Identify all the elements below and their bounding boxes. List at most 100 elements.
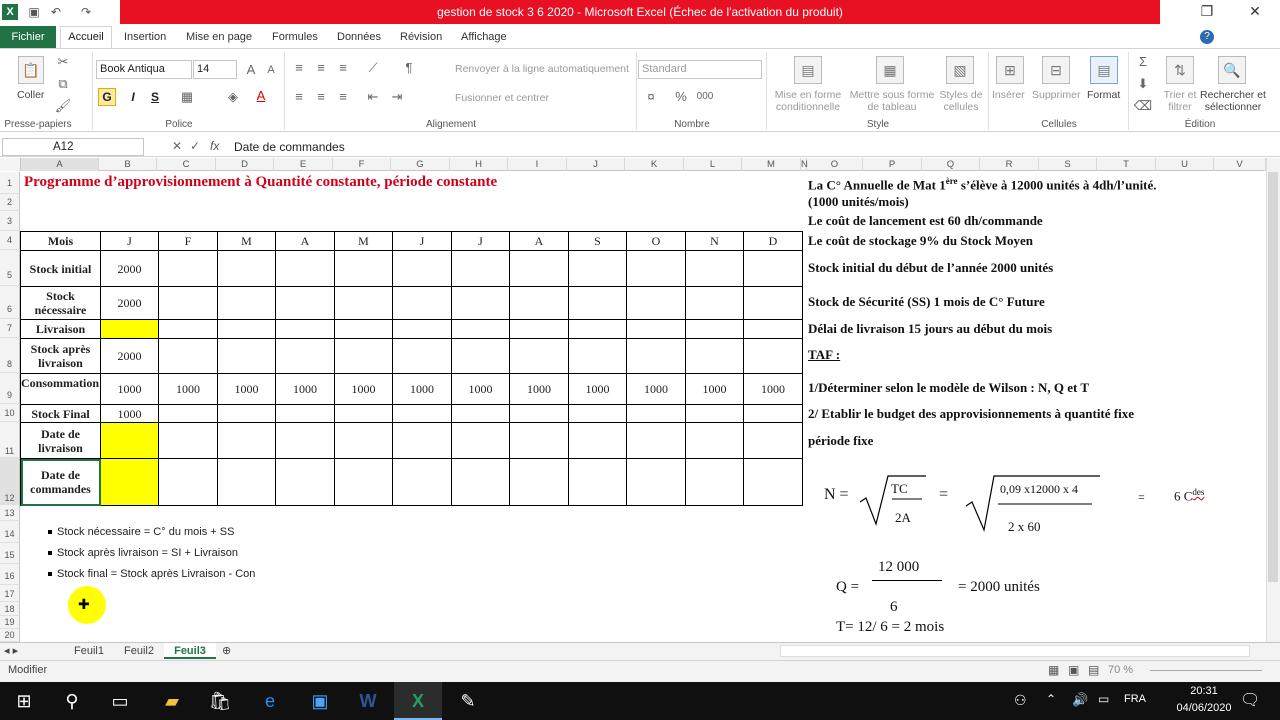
rtl-icon[interactable]: ¶ <box>398 58 420 78</box>
cell[interactable] <box>685 250 744 287</box>
cell[interactable] <box>158 404 218 423</box>
label-livraison[interactable]: Livraison <box>20 319 101 339</box>
row-header[interactable]: 17 <box>0 585 20 602</box>
cell[interactable] <box>568 458 627 506</box>
cell-styles-icon[interactable]: ▧ <box>946 56 974 84</box>
save-icon[interactable]: ▣ <box>26 4 42 20</box>
tab-affichage[interactable]: Affichage <box>455 27 513 47</box>
clock-time[interactable]: 20:31 <box>1174 685 1234 697</box>
tab-insertion[interactable]: Insertion <box>118 27 172 47</box>
header-month[interactable]: M <box>334 231 393 251</box>
grow-font-icon[interactable]: A <box>240 60 262 80</box>
table-format-button[interactable]: Mettre sous forme de tableau <box>846 89 938 113</box>
cell[interactable] <box>334 286 393 320</box>
cell[interactable] <box>626 250 686 287</box>
format-cells-button[interactable]: Format <box>1087 89 1120 101</box>
underline-button[interactable]: S <box>146 88 164 106</box>
cell[interactable] <box>334 250 393 287</box>
column-header[interactable]: U <box>1156 158 1214 171</box>
align-left-icon[interactable]: ≡ <box>288 87 310 107</box>
cell[interactable] <box>568 404 627 423</box>
column-header[interactable]: B <box>99 158 157 171</box>
cell[interactable] <box>217 422 276 459</box>
row-header[interactable]: 13 <box>0 505 20 521</box>
text-taf[interactable]: TAF : <box>808 347 840 363</box>
cell[interactable] <box>451 250 510 287</box>
view-pagebreak-icon[interactable]: ▤ <box>1088 663 1099 677</box>
cell[interactable] <box>451 458 510 506</box>
column-header[interactable]: F <box>333 158 391 171</box>
border-icon[interactable]: ▦ <box>176 87 198 107</box>
cell[interactable] <box>451 338 510 374</box>
text-periode-fixe[interactable]: période fixe <box>808 433 873 449</box>
currency-icon[interactable]: ¤ <box>640 87 662 107</box>
row-header[interactable]: 5 <box>0 250 20 286</box>
cell[interactable] <box>451 404 510 423</box>
cell-consommation[interactable]: 1000 <box>100 373 159 405</box>
label-date-livraison[interactable]: Date de livraison <box>20 422 101 459</box>
label-consommation[interactable]: Consommation <box>20 373 101 405</box>
format-painter-icon[interactable]: 🖌 <box>52 96 74 116</box>
cell[interactable] <box>509 404 569 423</box>
cell[interactable] <box>509 338 569 374</box>
tab-formules[interactable]: Formules <box>266 27 324 47</box>
header-month[interactable]: A <box>275 231 335 251</box>
select-all-corner[interactable] <box>0 158 21 171</box>
zoom-slider[interactable] <box>1150 670 1262 671</box>
cell[interactable] <box>217 319 276 339</box>
cell[interactable] <box>275 250 335 287</box>
volume-icon[interactable]: 🔊 <box>1072 692 1088 708</box>
store-icon[interactable]: 🛍 <box>196 682 244 720</box>
cell[interactable] <box>743 404 803 423</box>
scrollbar-thumb[interactable] <box>1268 172 1278 582</box>
header-month[interactable]: F <box>158 231 218 251</box>
cell[interactable] <box>743 458 803 506</box>
cell[interactable] <box>743 338 803 374</box>
thousands-icon[interactable]: 000 <box>694 87 716 107</box>
delete-cells-button[interactable]: Supprimer <box>1032 89 1080 101</box>
cell[interactable] <box>275 422 335 459</box>
row-header[interactable]: 20 <box>0 629 20 642</box>
cell[interactable] <box>685 319 744 339</box>
header-mois[interactable]: Mois <box>20 231 101 251</box>
tab-mise-en-page[interactable]: Mise en page <box>180 27 258 47</box>
tray-expand-icon[interactable]: ⌃ <box>1046 692 1056 706</box>
orientation-icon[interactable]: ⟋ <box>362 58 384 78</box>
row-header[interactable]: 7 <box>0 319 20 338</box>
align-right-icon[interactable]: ≡ <box>332 87 354 107</box>
row-header[interactable]: 18 <box>0 602 20 616</box>
align-middle-icon[interactable]: ≡ <box>310 58 332 78</box>
name-box[interactable]: A12 <box>2 138 144 156</box>
enter-icon[interactable]: ✓ <box>190 139 200 153</box>
label-stock-apres[interactable]: Stock après livraison <box>20 338 101 374</box>
align-top-icon[interactable]: ≡ <box>288 58 310 78</box>
cell[interactable] <box>158 458 218 506</box>
help-icon[interactable]: ? <box>1200 30 1214 44</box>
header-month[interactable]: J <box>451 231 510 251</box>
text-delai-livraison[interactable]: Délai de livraison 15 jours au début du … <box>808 321 1052 337</box>
conditional-format-button[interactable]: Mise en forme conditionnelle <box>770 89 846 113</box>
bold-button[interactable]: G <box>98 88 116 106</box>
wrap-text-button[interactable]: Renvoyer à la ligne automatiquement <box>455 63 629 75</box>
cell[interactable] <box>509 250 569 287</box>
cell[interactable] <box>158 286 218 320</box>
header-month[interactable]: D <box>743 231 803 251</box>
cell-stock-final[interactable]: 1000 <box>100 404 159 423</box>
column-header[interactable]: M <box>742 158 801 171</box>
cell-consommation[interactable]: 1000 <box>743 373 803 405</box>
cell-consommation[interactable]: 1000 <box>626 373 686 405</box>
tab-accueil[interactable]: Accueil <box>60 26 112 49</box>
column-header[interactable]: A <box>21 158 99 171</box>
cell-consommation[interactable]: 1000 <box>334 373 393 405</box>
cell[interactable] <box>626 458 686 506</box>
cell[interactable] <box>568 286 627 320</box>
cell[interactable] <box>217 250 276 287</box>
file-explorer-icon[interactable]: ▰ <box>148 682 196 720</box>
column-header[interactable]: J <box>567 158 625 171</box>
cell[interactable] <box>743 319 803 339</box>
battery-icon[interactable]: ▭ <box>1098 692 1109 706</box>
shrink-font-icon[interactable]: A <box>260 60 282 80</box>
excel-taskbar-icon[interactable]: X <box>394 682 442 720</box>
cell[interactable] <box>392 422 452 459</box>
cell[interactable] <box>217 338 276 374</box>
